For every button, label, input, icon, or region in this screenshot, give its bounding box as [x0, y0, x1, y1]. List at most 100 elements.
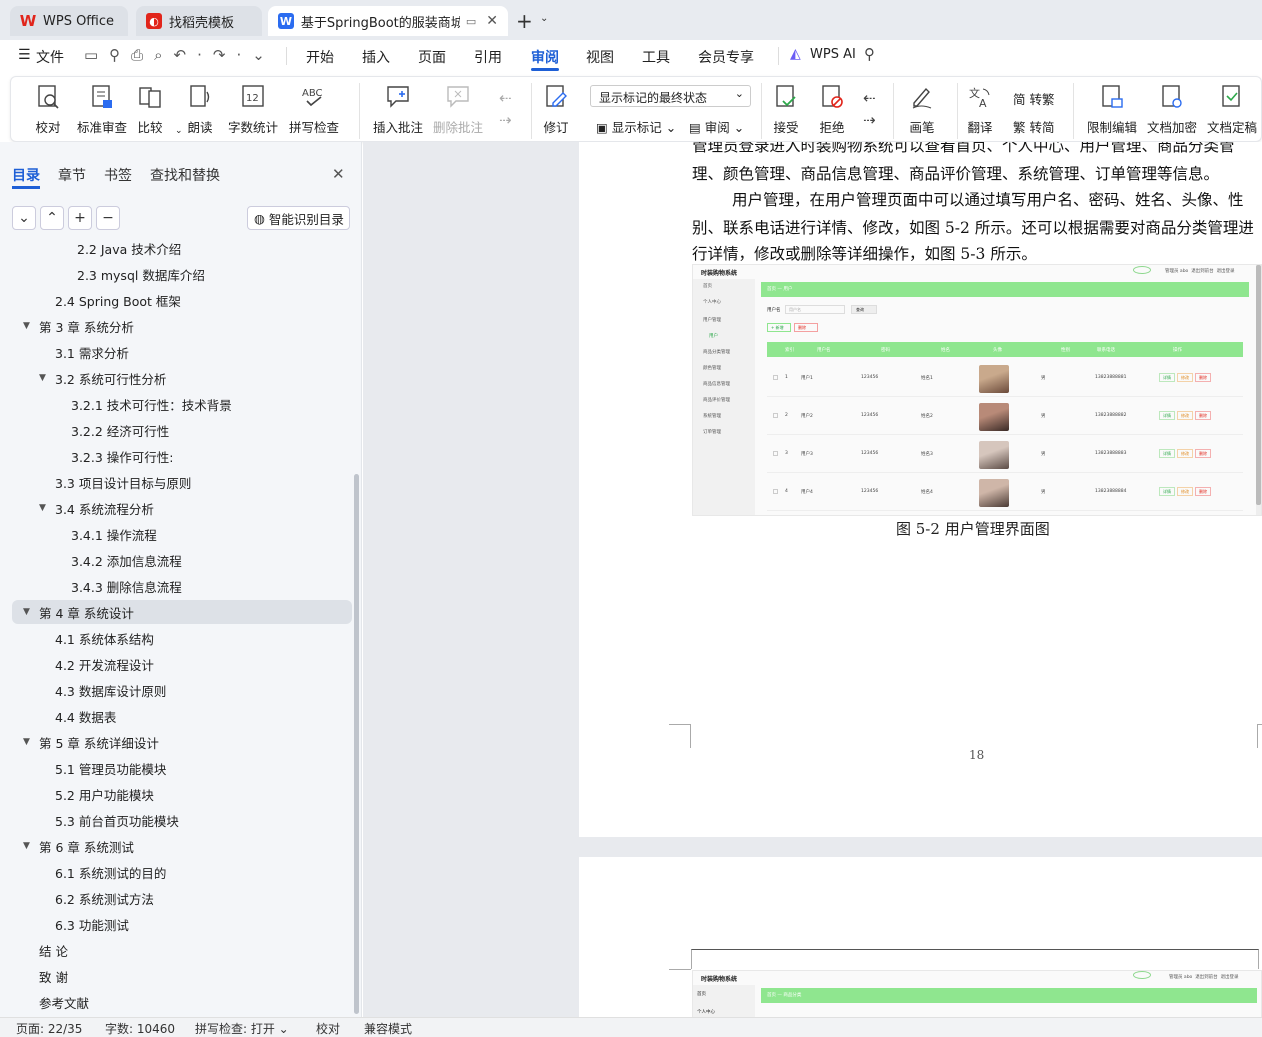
- expand-triangle-icon[interactable]: ▼: [23, 841, 30, 851]
- shot-avatar-image: [979, 479, 1009, 507]
- spell-check-button[interactable]: ABC 拼写检查: [289, 83, 339, 136]
- toc-item[interactable]: ▼ 第 4 章 系统设计: [12, 600, 352, 624]
- shot-user: 管理员 abo: [1169, 975, 1193, 980]
- track-changes-button[interactable]: 修订: [543, 83, 569, 136]
- encrypt-document-button[interactable]: 文档加密: [1147, 83, 1197, 136]
- expand-triangle-icon[interactable]: ▼: [23, 321, 30, 331]
- toc-item[interactable]: 3.4.2 添加信息流程: [12, 548, 352, 572]
- shot-cell: 2: [785, 413, 788, 418]
- toc-item[interactable]: 3.3 项目设计目标与原则: [12, 470, 352, 494]
- new-tab-icon[interactable]: +: [516, 9, 533, 33]
- finalize-document-button[interactable]: 文档定稿: [1207, 83, 1257, 136]
- toc-item[interactable]: 2.4 Spring Boot 框架: [12, 288, 352, 312]
- toc-item[interactable]: ▼ 3.4 系统流程分析: [12, 496, 352, 520]
- screen-icon[interactable]: ▭: [466, 15, 476, 28]
- search-icon[interactable]: ⚲: [864, 45, 875, 63]
- menu-file[interactable]: 文件: [36, 47, 64, 67]
- menu-insert[interactable]: 插入: [362, 47, 390, 67]
- close-tab-icon[interactable]: ✕: [486, 13, 498, 29]
- word-count-indicator[interactable]: 字数: 10460: [105, 1020, 175, 1037]
- wps-ai-icon[interactable]: ◭: [790, 46, 801, 62]
- toc-item[interactable]: ▼ 3.2 系统可行性分析: [12, 366, 352, 390]
- toc-item[interactable]: ▼ 第 3 章 系统分析: [12, 314, 352, 338]
- translate-button[interactable]: 文A 翻译: [967, 83, 993, 136]
- toc-item[interactable]: 3.2.3 操作可行性:: [12, 444, 352, 468]
- compare-button[interactable]: 比较 ⌄: [137, 83, 183, 136]
- expand-triangle-icon[interactable]: ▼: [23, 607, 30, 617]
- shot-menu-item: 订单管理: [703, 430, 721, 435]
- toc-item[interactable]: 致 谢: [12, 964, 352, 988]
- menu-page[interactable]: 页面: [418, 47, 446, 67]
- shot-op-button: 详情: [1159, 411, 1175, 420]
- toc-item[interactable]: 结 论: [12, 938, 352, 962]
- toc-item[interactable]: 参考文献: [12, 990, 352, 1014]
- page-indicator[interactable]: 页面: 22/35: [16, 1020, 82, 1037]
- read-aloud-button[interactable]: 朗读: [187, 83, 213, 136]
- toc-item[interactable]: 2.2 Java 技术介绍: [12, 236, 352, 260]
- toc-item[interactable]: 5.1 管理员功能模块: [12, 756, 352, 780]
- standard-review-button[interactable]: 标准审查: [77, 83, 127, 136]
- toc-item[interactable]: 6.2 系统测试方法: [12, 886, 352, 910]
- divider: [893, 83, 894, 139]
- chevron-down-icon[interactable]: ⌄: [540, 13, 548, 24]
- toc-item[interactable]: 2.3 mysql 数据库介绍: [12, 262, 352, 286]
- review-pane-button[interactable]: ▤ 审阅 ⌄: [689, 117, 744, 136]
- hamburger-icon[interactable]: ☰: [18, 47, 31, 63]
- tab-wps-office[interactable]: W WPS Office: [10, 6, 128, 36]
- menu-member[interactable]: 会员专享: [698, 47, 754, 67]
- menu-reference[interactable]: 引用: [474, 47, 502, 67]
- menu-review[interactable]: 审阅: [531, 47, 559, 67]
- to-traditional-button[interactable]: 简 转繁: [1013, 89, 1054, 108]
- toc-item[interactable]: 4.4 数据表: [12, 704, 352, 728]
- toc-item[interactable]: 3.4.1 操作流程: [12, 522, 352, 546]
- toc-item[interactable]: 3.2.2 经济可行性: [12, 418, 352, 442]
- spell-check-indicator[interactable]: 拼写检查: 打开 ⌄: [195, 1020, 289, 1037]
- toc-item[interactable]: 6.3 功能测试: [12, 912, 352, 936]
- label: 修订: [543, 120, 569, 135]
- tab-document[interactable]: W 基于SpringBoot的服装商城购 ▭ ✕: [268, 6, 508, 36]
- expand-triangle-icon[interactable]: ▼: [39, 503, 46, 513]
- restrict-editing-button[interactable]: 限制编辑: [1087, 83, 1137, 136]
- delete-comment-button[interactable]: 删除批注: [433, 83, 483, 136]
- toc-item[interactable]: ▼ 第 5 章 系统详细设计: [12, 730, 352, 754]
- toc-item[interactable]: 3.2.1 技术可行性：技术背景: [12, 392, 352, 416]
- toc-item[interactable]: 4.2 开发流程设计: [12, 652, 352, 676]
- toc-item[interactable]: 6.1 系统测试的目的: [12, 860, 352, 884]
- toc-item-label: 3.4.1 操作流程: [71, 527, 157, 543]
- accept-button[interactable]: 接受: [773, 83, 799, 136]
- menu-home[interactable]: 开始: [306, 47, 334, 67]
- toc-item[interactable]: 3.4.3 删除信息流程: [12, 574, 352, 598]
- reject-button[interactable]: 拒绝: [819, 83, 845, 136]
- toc-item[interactable]: 3.1 需求分析: [12, 340, 352, 364]
- prev-next-comment-icons[interactable]: ⇠ ⇢: [499, 87, 512, 131]
- toc-item[interactable]: ▼ 第 6 章 系统测试: [12, 834, 352, 858]
- active-tab-underline: [531, 68, 559, 71]
- quick-access-icons[interactable]: ▭⚲⎙⌕↶·↷·⌄: [84, 46, 276, 64]
- proofread-button[interactable]: 校对: [35, 83, 61, 136]
- shot-checkbox: [773, 489, 778, 494]
- toc-item[interactable]: 4.1 系统体系结构: [12, 626, 352, 650]
- markup-state-select[interactable]: 显示标记的最终状态 ⌄: [590, 85, 751, 107]
- shot-cell: 123456: [861, 375, 879, 380]
- menu-view[interactable]: 视图: [586, 47, 614, 67]
- toc-item[interactable]: 4.3 数据库设计原则: [12, 678, 352, 702]
- toc-item[interactable]: 5.2 用户功能模块: [12, 782, 352, 806]
- label: 比较: [137, 120, 163, 135]
- toc-item-label: 5.3 前台首页功能模块: [55, 813, 179, 829]
- word-count-button[interactable]: 12 字数统计: [228, 83, 278, 136]
- prev-next-change-icons[interactable]: ⇠ ⇢: [863, 87, 876, 131]
- expand-triangle-icon[interactable]: ▼: [39, 373, 46, 383]
- shot-cell: 123456: [861, 489, 879, 494]
- sidebar-scrollbar[interactable]: [354, 474, 359, 1014]
- show-markup-button[interactable]: ▣ 显示标记 ⌄: [596, 117, 676, 136]
- insert-comment-button[interactable]: 插入批注: [373, 83, 423, 136]
- toc-item[interactable]: 5.3 前台首页功能模块: [12, 808, 352, 832]
- shot-op-button: 修改: [1177, 373, 1193, 382]
- proofread-indicator[interactable]: 校对: [316, 1020, 340, 1037]
- to-simplified-button[interactable]: 繁 转简: [1013, 117, 1054, 136]
- menu-tools[interactable]: 工具: [642, 47, 670, 67]
- expand-triangle-icon[interactable]: ▼: [23, 737, 30, 747]
- pen-button[interactable]: 画笔: [909, 83, 935, 136]
- tab-docer[interactable]: ◐ 找稻壳模板: [136, 6, 262, 36]
- menu-wps-ai[interactable]: WPS AI: [810, 47, 856, 62]
